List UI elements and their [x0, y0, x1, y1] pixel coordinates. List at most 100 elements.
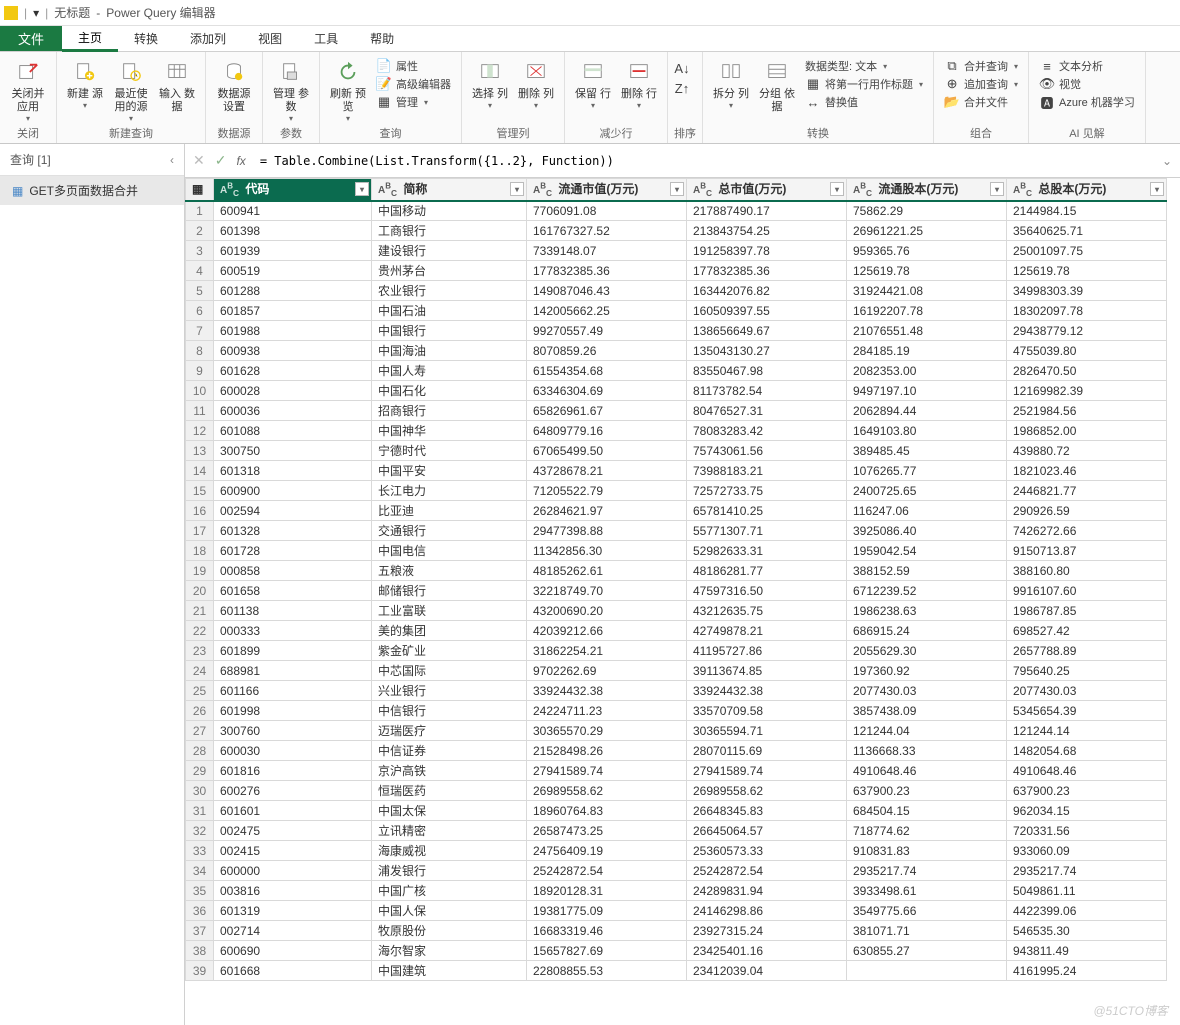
cell[interactable]: 中信证券	[372, 741, 527, 761]
cell[interactable]: 439880.72	[1007, 441, 1167, 461]
column-header[interactable]: ABC 流通市值(万元)▾	[527, 179, 687, 201]
row-number[interactable]: 25	[186, 681, 214, 701]
cell[interactable]: 718774.62	[847, 821, 1007, 841]
cell[interactable]: 2521984.56	[1007, 401, 1167, 421]
cell[interactable]: 浦发银行	[372, 861, 527, 881]
cell[interactable]: 388160.80	[1007, 561, 1167, 581]
replace-values-button[interactable]: ↔替换值	[805, 94, 923, 110]
cell[interactable]: 牧原股份	[372, 921, 527, 941]
cell[interactable]: 26648345.83	[687, 801, 847, 821]
table-row[interactable]: 18601728中国电信11342856.3052982633.31195904…	[186, 541, 1167, 561]
filter-dropdown[interactable]: ▾	[510, 182, 524, 196]
formula-input[interactable]	[256, 150, 1152, 172]
cell[interactable]: 22808855.53	[527, 961, 687, 981]
column-header[interactable]: ABC 总股本(万元)▾	[1007, 179, 1167, 201]
row-number[interactable]: 2	[186, 221, 214, 241]
cell[interactable]: 海康威视	[372, 841, 527, 861]
cell[interactable]: 18920128.31	[527, 881, 687, 901]
table-row[interactable]: 3601939建设银行7339148.07191258397.78959365.…	[186, 241, 1167, 261]
cell[interactable]: 600690	[214, 941, 372, 961]
cell[interactable]: 1136668.33	[847, 741, 1007, 761]
enter-data-button[interactable]: 输入 数据	[155, 56, 199, 116]
query-item[interactable]: ▦ GET多页面数据合并	[0, 176, 184, 205]
cell[interactable]: 2400725.65	[847, 481, 1007, 501]
cell[interactable]: 55771307.71	[687, 521, 847, 541]
cell[interactable]: 中信银行	[372, 701, 527, 721]
cell[interactable]: 4910648.46	[847, 761, 1007, 781]
cell[interactable]: 72572733.75	[687, 481, 847, 501]
cell[interactable]: 42749878.21	[687, 621, 847, 641]
cell[interactable]: 30365570.29	[527, 721, 687, 741]
table-row[interactable]: 34600000浦发银行25242872.5425242872.54293521…	[186, 861, 1167, 881]
filter-dropdown[interactable]: ▾	[1150, 182, 1164, 196]
cell[interactable]: 600941	[214, 201, 372, 221]
cell[interactable]: 73988183.21	[687, 461, 847, 481]
cell[interactable]: 1986852.00	[1007, 421, 1167, 441]
cell[interactable]: 601658	[214, 581, 372, 601]
cell[interactable]: 1959042.54	[847, 541, 1007, 561]
cell[interactable]: 7339148.07	[527, 241, 687, 261]
datasource-settings-button[interactable]: 数据源 设置	[212, 56, 256, 116]
cell[interactable]: 32218749.70	[527, 581, 687, 601]
cell[interactable]: 135043130.27	[687, 341, 847, 361]
row-number[interactable]: 4	[186, 261, 214, 281]
row-number[interactable]: 30	[186, 781, 214, 801]
cell[interactable]: 18302097.78	[1007, 301, 1167, 321]
cell[interactable]: 中国太保	[372, 801, 527, 821]
tab-view[interactable]: 视图	[242, 26, 298, 51]
cell[interactable]: 2446821.77	[1007, 481, 1167, 501]
cell[interactable]: 24146298.86	[687, 901, 847, 921]
new-source-button[interactable]: 新建 源	[63, 56, 107, 112]
cell[interactable]: 290926.59	[1007, 501, 1167, 521]
cell[interactable]: 601668	[214, 961, 372, 981]
cell[interactable]: 943811.49	[1007, 941, 1167, 961]
table-row[interactable]: 9601628中国人寿61554354.6883550467.982082353…	[186, 361, 1167, 381]
choose-columns-button[interactable]: 选择 列	[468, 56, 512, 112]
cell[interactable]: 177832385.36	[527, 261, 687, 281]
cell[interactable]: 601998	[214, 701, 372, 721]
cell[interactable]: 29477398.88	[527, 521, 687, 541]
cell[interactable]: 26961221.25	[847, 221, 1007, 241]
cell[interactable]: 601166	[214, 681, 372, 701]
row-number[interactable]: 29	[186, 761, 214, 781]
table-row[interactable]: 30600276恒瑞医药26989558.6226989558.62637900…	[186, 781, 1167, 801]
cell[interactable]: 601088	[214, 421, 372, 441]
cell[interactable]: 8070859.26	[527, 341, 687, 361]
cell[interactable]: 3857438.09	[847, 701, 1007, 721]
cell[interactable]: 1482054.68	[1007, 741, 1167, 761]
table-row[interactable]: 35003816中国广核18920128.3124289831.94393349…	[186, 881, 1167, 901]
row-number[interactable]: 3	[186, 241, 214, 261]
remove-columns-button[interactable]: 删除 列	[514, 56, 558, 112]
table-row[interactable]: 6601857中国石油142005662.25160509397.5516192…	[186, 301, 1167, 321]
cell[interactable]: 191258397.78	[687, 241, 847, 261]
row-number[interactable]: 12	[186, 421, 214, 441]
table-row[interactable]: 21601138工业富联43200690.2043212635.75198623…	[186, 601, 1167, 621]
cell[interactable]: 中国海油	[372, 341, 527, 361]
cell[interactable]: 中国人寿	[372, 361, 527, 381]
cell[interactable]: 25360573.33	[687, 841, 847, 861]
cell[interactable]: 25242872.54	[687, 861, 847, 881]
cell[interactable]: 2657788.89	[1007, 641, 1167, 661]
text-analytics-button[interactable]: ≡文本分析	[1039, 58, 1135, 74]
table-row[interactable]: 11600036招商银行65826961.6780476527.31206289…	[186, 401, 1167, 421]
column-header[interactable]: ABC 总市值(万元)▾	[687, 179, 847, 201]
cell[interactable]: 160509397.55	[687, 301, 847, 321]
table-row[interactable]: 23601899紫金矿业31862254.2141195727.86205562…	[186, 641, 1167, 661]
keep-rows-button[interactable]: 保留 行	[571, 56, 615, 112]
cell[interactable]: 30365594.71	[687, 721, 847, 741]
row-number[interactable]: 15	[186, 481, 214, 501]
cell[interactable]: 962034.15	[1007, 801, 1167, 821]
cell[interactable]: 684504.15	[847, 801, 1007, 821]
cell[interactable]: 2077430.03	[847, 681, 1007, 701]
cell[interactable]: 28070115.69	[687, 741, 847, 761]
cell[interactable]: 41195727.86	[687, 641, 847, 661]
table-row[interactable]: 5601288农业银行149087046.43163442076.8231924…	[186, 281, 1167, 301]
tab-home[interactable]: 主页	[62, 26, 118, 52]
table-row[interactable]: 14601318中国平安43728678.2173988183.21107626…	[186, 461, 1167, 481]
cell[interactable]: 邮储银行	[372, 581, 527, 601]
formula-cancel-button[interactable]: ✕	[193, 152, 205, 169]
table-row[interactable]: 2601398工商银行161767327.52213843754.2526961…	[186, 221, 1167, 241]
cell[interactable]: 388152.59	[847, 561, 1007, 581]
combine-files-button[interactable]: 📂合并文件	[944, 94, 1018, 110]
cell[interactable]: 637900.23	[847, 781, 1007, 801]
